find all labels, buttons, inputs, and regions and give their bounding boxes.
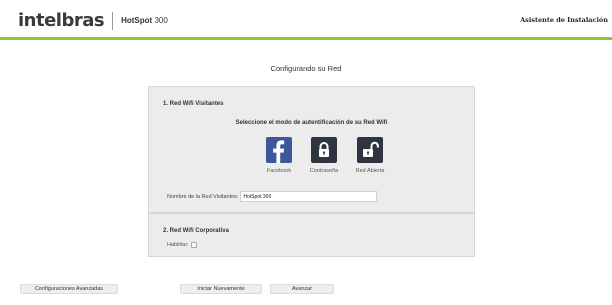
visitors-section-title: 1. Red Wifi Visitantes xyxy=(163,101,224,107)
brand-divider xyxy=(112,11,114,30)
corporate-enable-row: Habilitar: xyxy=(167,242,197,248)
auth-option-password[interactable]: Contraseña xyxy=(299,137,349,174)
lock-icon[interactable] xyxy=(311,137,337,163)
visitors-network-panel: 1. Red Wifi Visitantes Seleccione el mod… xyxy=(148,86,475,213)
auth-option-open-network[interactable]: Red Abierta xyxy=(345,137,395,174)
auth-option-facebook[interactable]: Facebook xyxy=(254,137,304,174)
top-header: intelbras HotSpot 300 Asistente de Insta… xyxy=(0,0,612,40)
corporate-enable-checkbox[interactable] xyxy=(190,242,197,248)
password-option-label: Contraseña xyxy=(309,168,339,174)
corporate-section-title: 2. Red Wifi Corporativa xyxy=(163,228,229,234)
facebook-icon[interactable] xyxy=(266,137,292,163)
restart-button[interactable]: Iniciar Nuevamente xyxy=(180,284,262,294)
next-button[interactable]: Avanzar xyxy=(270,284,334,294)
product-name-label: HotSpot xyxy=(121,16,153,25)
product-name: HotSpot 300 xyxy=(121,16,168,25)
auth-mode-instruction: Seleccione el modo de autentificación de… xyxy=(235,120,388,126)
brand: intelbras HotSpot 300 xyxy=(18,10,168,31)
open-network-option-label: Red Abierta xyxy=(355,168,385,174)
advanced-settings-button[interactable]: Configuraciones Avanzadas xyxy=(20,284,118,294)
visitors-network-name-label: Nombre de la Red Visitantes: xyxy=(167,193,239,200)
wizard-title: Asistente de Instalación xyxy=(520,16,608,24)
corporate-network-panel: 2. Red Wifi Corporativa Habilitar: xyxy=(148,213,475,257)
corporate-enable-label: Habilitar: xyxy=(167,242,189,248)
unlock-icon[interactable] xyxy=(357,137,383,163)
visitors-network-name-input[interactable] xyxy=(240,191,378,202)
page-title: Configurando su Red xyxy=(270,64,342,73)
intelbras-logo: intelbras xyxy=(18,10,105,31)
visitors-network-name-row: Nombre de la Red Visitantes: xyxy=(167,191,378,202)
facebook-option-label: Facebook xyxy=(266,168,292,174)
product-number: 300 xyxy=(154,16,168,25)
